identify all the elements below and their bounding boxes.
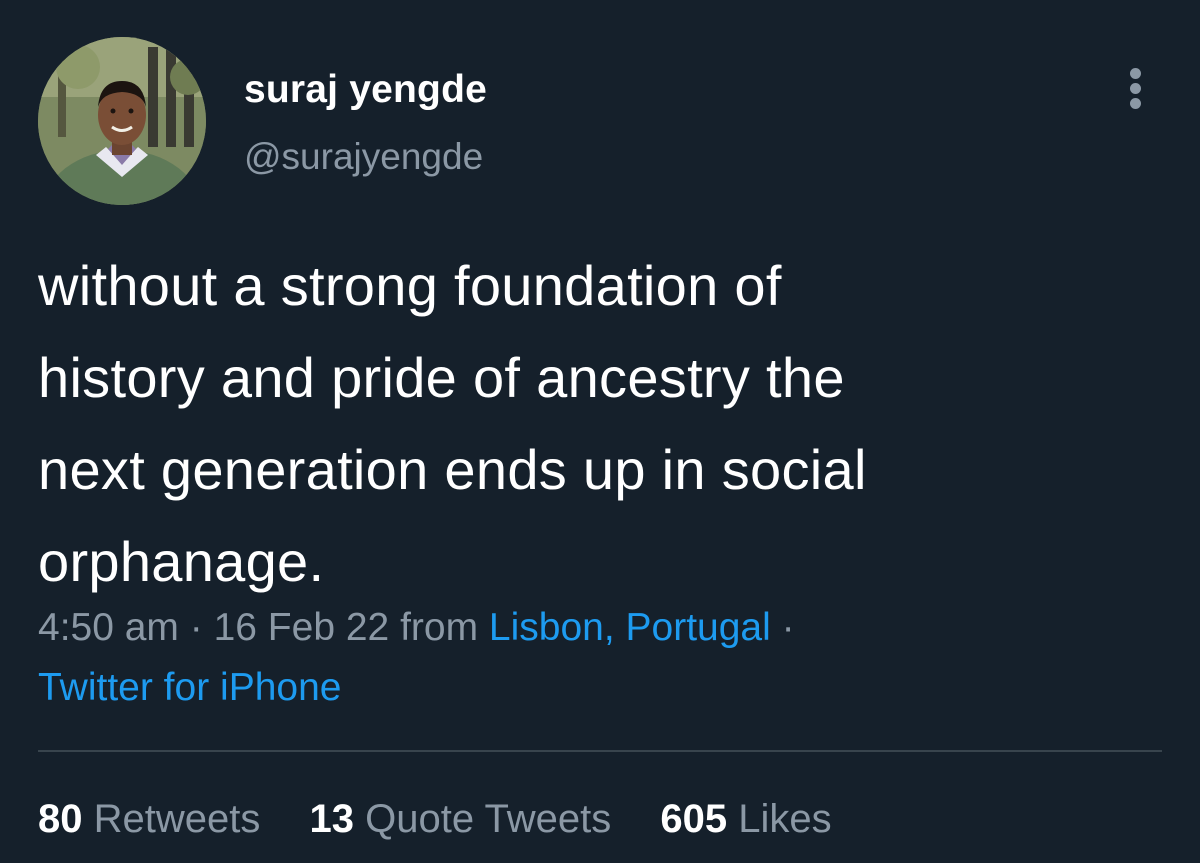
tweet-meta: 4:50 am · 16 Feb 22 from Lisbon, Portuga… bbox=[38, 598, 1158, 718]
more-horizontal-icon bbox=[1130, 68, 1141, 79]
avatar-photo bbox=[38, 37, 206, 205]
author-name[interactable]: suraj yengde bbox=[244, 68, 487, 112]
retweets-stat[interactable]: 80 Retweets bbox=[38, 797, 260, 842]
meta-separator: · bbox=[178, 606, 214, 649]
meta-separator: · bbox=[770, 606, 795, 649]
likes-label: Likes bbox=[738, 797, 832, 841]
likes-stat[interactable]: 605 Likes bbox=[660, 797, 831, 842]
avatar[interactable] bbox=[38, 37, 206, 205]
quote-tweets-label: Quote Tweets bbox=[365, 797, 612, 841]
tweet-text-line: without a strong foundation of bbox=[38, 254, 782, 317]
author-handle[interactable]: @surajyengde bbox=[244, 136, 483, 178]
retweets-count: 80 bbox=[38, 797, 83, 841]
tweet-time[interactable]: 4:50 am bbox=[38, 606, 179, 649]
retweets-label: Retweets bbox=[93, 797, 261, 841]
tweet-text-line: history and pride of ancestry the bbox=[38, 346, 845, 409]
meta-from-word: from bbox=[389, 606, 489, 649]
tweet-text: without a strong foundation of history a… bbox=[38, 240, 1158, 608]
tweet-meta-row: 4:50 am · 16 Feb 22 from Lisbon, Portuga… bbox=[38, 598, 1158, 658]
tweet-meta-row: Twitter for iPhone bbox=[38, 658, 1158, 718]
tweet-text-line: next generation ends up in social bbox=[38, 438, 867, 501]
tweet-date[interactable]: 16 Feb 22 bbox=[214, 606, 390, 649]
tweet-stats: 80 Retweets 13 Quote Tweets 605 Likes bbox=[38, 797, 870, 842]
location-link[interactable]: Lisbon, Portugal bbox=[489, 606, 771, 649]
client-link[interactable]: Twitter for iPhone bbox=[38, 666, 341, 709]
divider bbox=[38, 750, 1162, 752]
more-icon-dot bbox=[1130, 83, 1141, 94]
quote-tweets-count: 13 bbox=[309, 797, 355, 841]
more-icon-dot bbox=[1130, 98, 1141, 109]
tweet-text-line: orphanage. bbox=[38, 530, 325, 593]
quote-tweets-stat[interactable]: 13 Quote Tweets bbox=[310, 797, 612, 842]
more-options-button[interactable] bbox=[1118, 62, 1154, 114]
likes-count: 605 bbox=[660, 797, 728, 841]
tweet-detail: suraj yengde @surajyengde without a stro… bbox=[0, 0, 1200, 863]
